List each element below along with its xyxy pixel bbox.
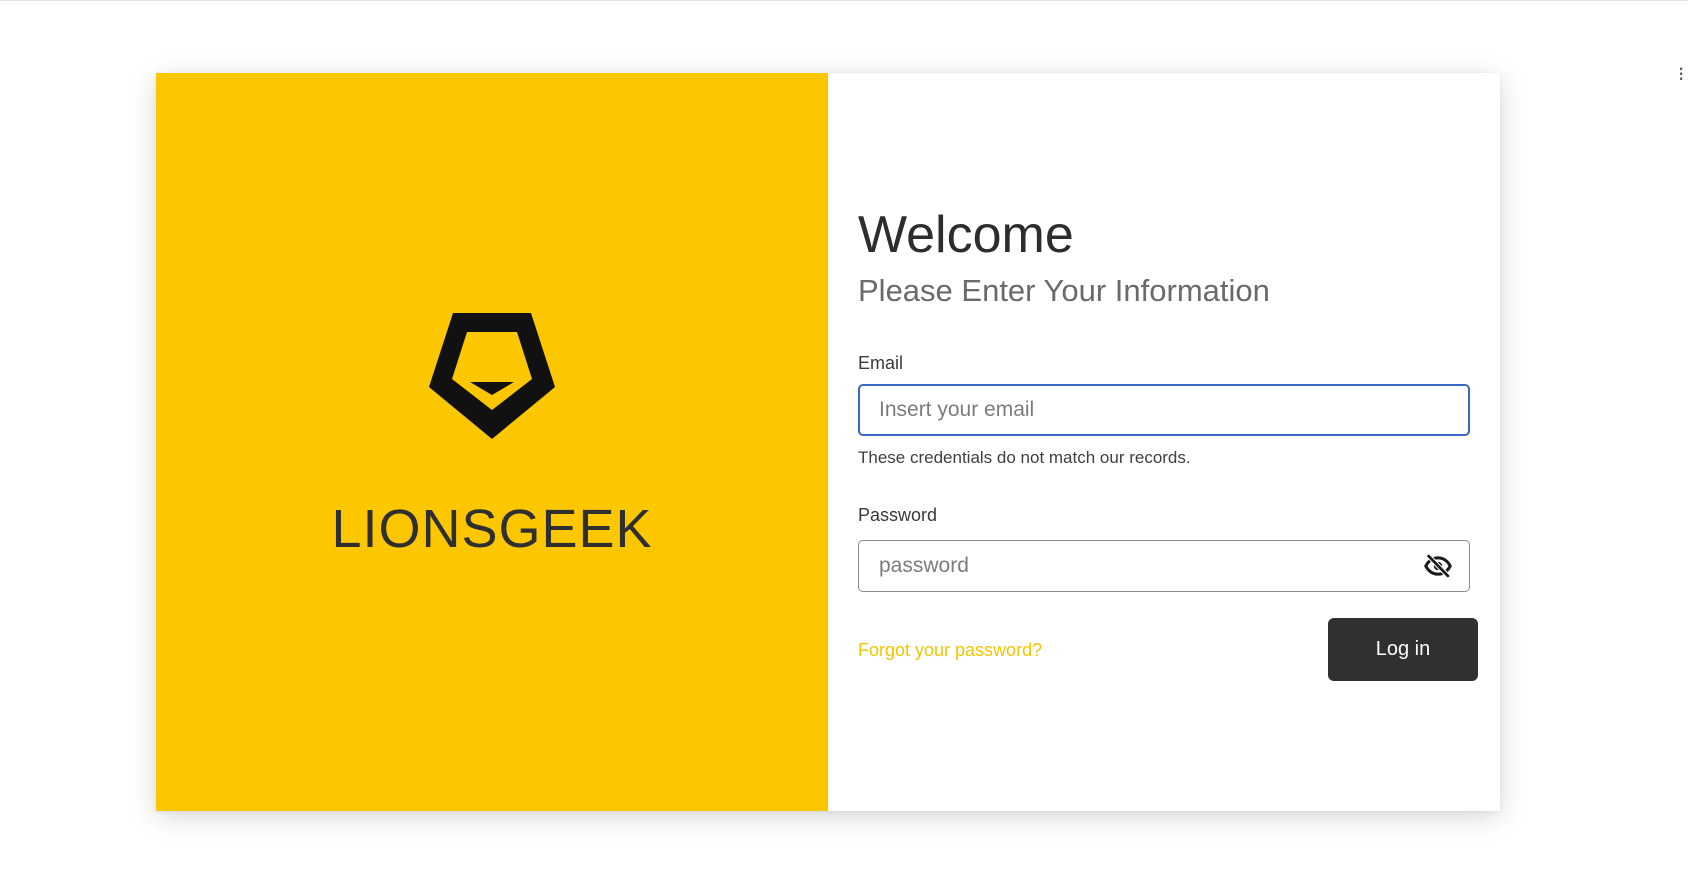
welcome-subtitle: Please Enter Your Information <box>858 273 1270 308</box>
lion-head-logo-icon <box>429 313 555 439</box>
brand-name: LIONSGEEK <box>331 499 653 559</box>
brand-panel: LIONSGEEK <box>156 73 828 811</box>
login-form-panel: Welcome Please Enter Your Information Em… <box>828 73 1500 811</box>
window-top-border <box>0 0 1688 1</box>
email-error-message: These credentials do not match our recor… <box>858 448 1191 467</box>
login-card: LIONSGEEK Welcome Please Enter Your Info… <box>156 73 1500 811</box>
edge-scroll-indicator-icon: ⁝ <box>1678 64 1685 86</box>
email-label: Email <box>858 353 904 373</box>
password-field[interactable] <box>858 540 1470 592</box>
forgot-password-link[interactable]: Forgot your password? <box>858 638 1042 662</box>
login-button[interactable]: Log in <box>1328 618 1478 681</box>
email-field[interactable] <box>858 384 1470 436</box>
password-label: Password <box>858 505 938 525</box>
eye-off-icon[interactable] <box>1424 552 1452 580</box>
welcome-heading: Welcome <box>858 206 1074 264</box>
